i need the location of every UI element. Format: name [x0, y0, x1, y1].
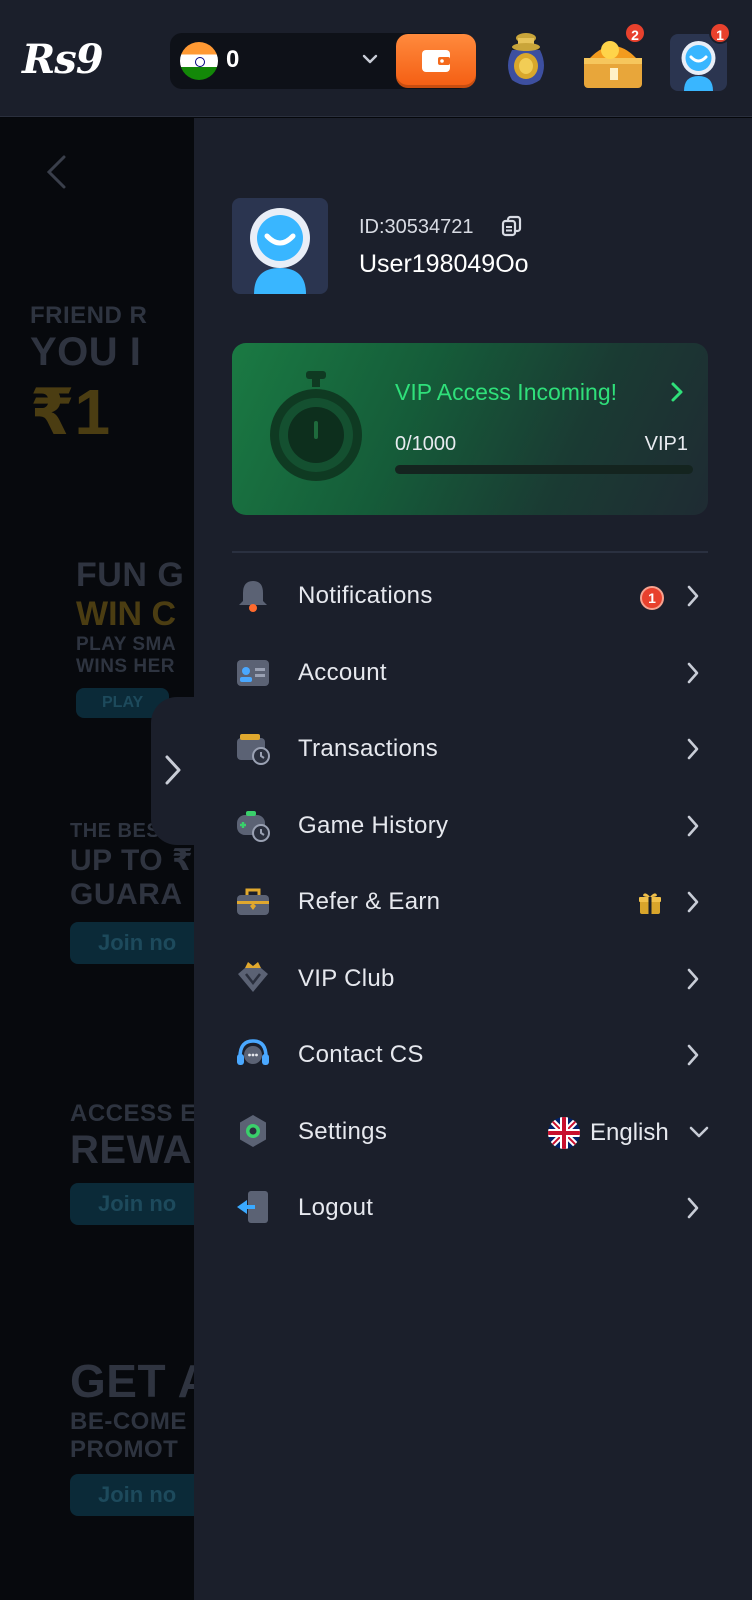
gamepad-clock-icon: [237, 810, 270, 842]
promo-join-button: Join no: [70, 1183, 194, 1225]
menu-item-transactions[interactable]: Transactions: [194, 711, 752, 788]
menu-item-vip-club[interactable]: VIP Club: [194, 941, 752, 1018]
chevron-right-icon: [687, 891, 699, 913]
chevron-right-icon: [687, 1044, 699, 1066]
avatar-robot-icon: [250, 208, 310, 294]
chevron-down-icon: [362, 54, 378, 64]
language-label: English: [590, 1118, 669, 1146]
gift-icon: [639, 893, 661, 914]
username: User198049Oo: [359, 250, 529, 278]
menu-label: Game History: [298, 811, 449, 839]
notification-badge: 1: [640, 586, 664, 610]
wallet-clock-icon: [237, 734, 270, 765]
vip-progress-bar: [395, 465, 693, 474]
avatar-notification-badge: 1: [709, 22, 731, 44]
menu-item-account[interactable]: Account: [194, 635, 752, 712]
brand-logo[interactable]: Rs9: [22, 36, 104, 83]
menu-label: Contact CS: [298, 1041, 424, 1068]
chevron-right-icon: [165, 755, 181, 785]
stopwatch-icon: [270, 371, 362, 481]
menu-label: Notifications: [298, 582, 433, 609]
bell-icon: [239, 581, 267, 612]
back-arrow-icon: [46, 155, 66, 189]
menu-label: Logout: [298, 1194, 374, 1221]
crown-gem-icon: [238, 961, 268, 992]
menu-item-logout[interactable]: Logout: [194, 1170, 752, 1247]
vip-level-label: VIP1: [644, 433, 688, 455]
chest-count-badge: 2: [624, 22, 646, 44]
menu-item-refer-earn[interactable]: Refer & Earn: [194, 864, 752, 941]
balance-amount: 0: [226, 46, 240, 73]
menu-label: Transactions: [298, 735, 439, 762]
vip-progress-text: 0/1000: [395, 433, 457, 455]
treasure-jar-icon[interactable]: [498, 30, 554, 90]
divider: [232, 551, 708, 553]
chevron-right-icon: [687, 585, 699, 607]
menu-item-contact-cs[interactable]: Contact CS: [194, 1017, 752, 1094]
chevron-right-icon: [671, 382, 683, 402]
promo-banner-referral: FRIEND R YOU I ₹1: [30, 302, 148, 448]
user-id: ID:30534721: [359, 216, 474, 238]
promo-join-button: Join no: [70, 922, 194, 964]
profile-avatar[interactable]: [232, 198, 328, 294]
menu-label: Settings: [298, 1117, 388, 1145]
menu-label: Account: [298, 658, 387, 686]
briefcase-icon: [237, 888, 269, 915]
id-card-icon: [237, 659, 269, 686]
menu-item-settings[interactable]: Settings English: [194, 1094, 752, 1171]
menu-label: VIP Club: [298, 964, 395, 992]
india-flag-icon: [180, 42, 218, 80]
chevron-right-icon: [687, 662, 699, 683]
menu-label: Refer & Earn: [298, 888, 441, 915]
treasure-chest-icon[interactable]: 2: [580, 22, 646, 92]
logout-icon: [237, 1191, 268, 1223]
drawer-menu: Notifications 1 Account Transactions Gam…: [194, 558, 752, 1247]
promo-banner-fun-games: FUN G WIN C PLAY SMA WINS HER PLAY: [76, 556, 194, 718]
side-drawer: ID:30534721 User198049Oo VIP Access Inco…: [194, 118, 752, 1600]
vip-progress-card[interactable]: VIP Access Incoming! 0/1000 VIP1: [232, 343, 708, 515]
headset-icon: [237, 1039, 269, 1065]
menu-item-game-history[interactable]: Game History: [194, 788, 752, 865]
top-bar: Rs9 0 2 1: [0, 0, 752, 117]
promo-banner-rewards: ACCESS E REWA Join no: [70, 1100, 194, 1225]
uk-flag-icon: [548, 1116, 580, 1149]
chevron-right-icon: [687, 968, 699, 989]
background-page: FRIEND R YOU I ₹1 FUN G WIN C PLAY SMA W…: [0, 118, 194, 1600]
chevron-right-icon: [687, 1197, 699, 1219]
promo-banner-get: GET A BE-COME PROMOT Join no: [70, 1354, 194, 1516]
menu-item-notifications[interactable]: Notifications 1: [194, 558, 752, 635]
copy-icon[interactable]: [500, 214, 524, 238]
chevron-right-icon: [687, 815, 699, 836]
chevron-down-icon: [689, 1126, 709, 1137]
promo-join-button: Join no: [70, 1474, 194, 1516]
wallet-icon: [422, 50, 450, 72]
wallet-button[interactable]: [396, 34, 476, 88]
gear-icon: [240, 1114, 266, 1147]
chevron-right-icon: [687, 738, 699, 760]
vip-title: VIP Access Incoming!: [395, 379, 618, 405]
